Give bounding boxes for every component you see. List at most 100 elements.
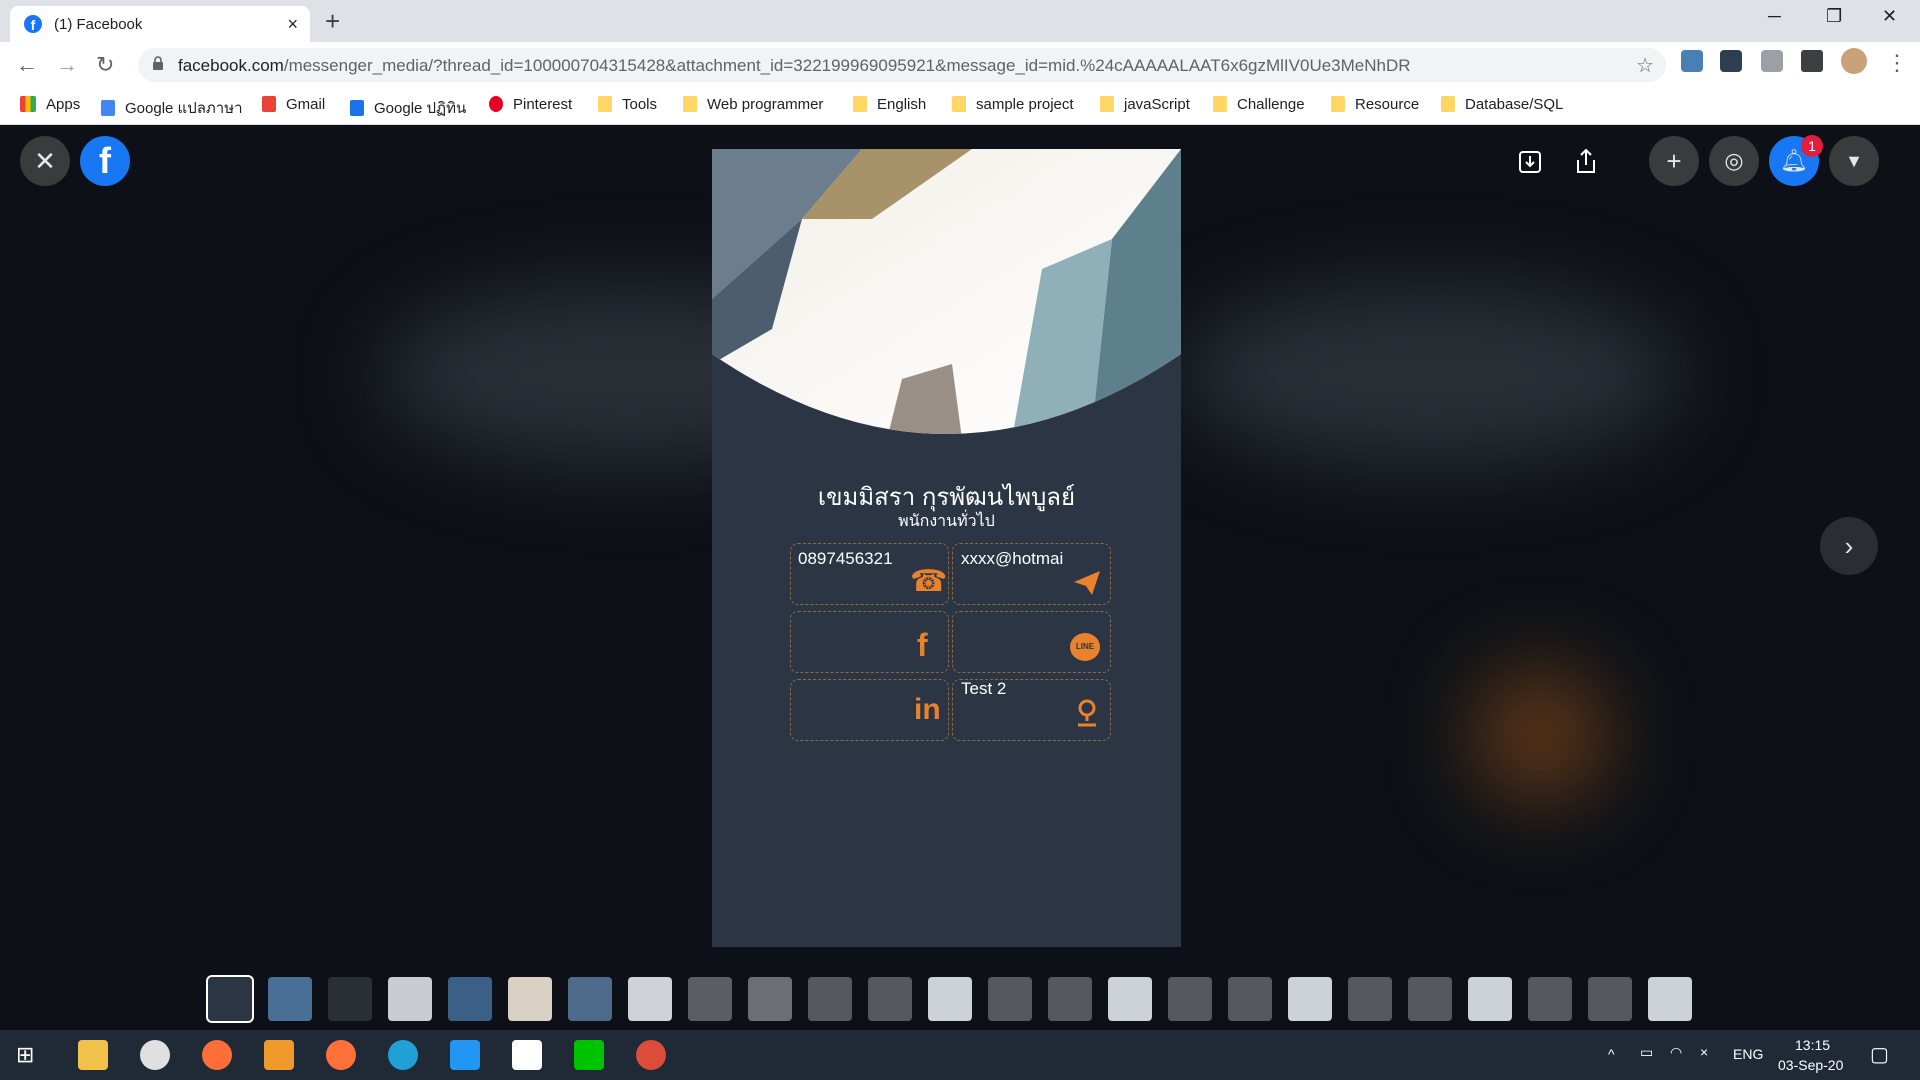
bookmark-label: Gmail	[286, 96, 326, 113]
vscode-icon[interactable]	[450, 1040, 480, 1070]
thumbnail[interactable]	[748, 977, 792, 1021]
thumbnail[interactable]	[1288, 977, 1332, 1021]
tray-chevron-icon[interactable]: ^	[1608, 1046, 1615, 1062]
tab-close-button[interactable]: ×	[287, 14, 298, 35]
extension-react-icon[interactable]	[1720, 50, 1742, 72]
reload-icon[interactable]: ↻	[96, 52, 114, 78]
folder-icon	[1331, 96, 1345, 112]
location-pin-icon	[1078, 699, 1096, 727]
address-bar[interactable]: facebook.com/messenger_media/?thread_id=…	[138, 48, 1666, 82]
download-icon[interactable]	[1517, 149, 1543, 175]
line-icon[interactable]	[574, 1040, 604, 1070]
facebook-icon: f	[917, 627, 928, 663]
thumbnail[interactable]	[868, 977, 912, 1021]
language-indicator[interactable]: ENG	[1733, 1046, 1763, 1062]
wifi-icon[interactable]: ◠	[1670, 1044, 1682, 1061]
bookmark-star-icon[interactable]: ☆	[1636, 53, 1654, 78]
bookmark-web-programmer[interactable]: Web programmer	[683, 96, 823, 113]
facebook-logo-icon[interactable]: f	[80, 136, 130, 186]
extension-camera-icon[interactable]	[1761, 50, 1783, 72]
thumbnail[interactable]	[928, 977, 972, 1021]
folder-icon	[1100, 96, 1114, 112]
thumbnail[interactable]	[628, 977, 672, 1021]
bookmark-gmail[interactable]: Gmail	[262, 96, 325, 113]
thumbnail[interactable]	[508, 977, 552, 1021]
thumbnail[interactable]	[328, 977, 372, 1021]
next-image-chevron-icon[interactable]: ›	[1820, 517, 1878, 575]
bookmark-tools[interactable]: Tools	[598, 96, 657, 113]
thumbnail[interactable]	[988, 977, 1032, 1021]
action-center-icon[interactable]: ▢	[1870, 1042, 1889, 1067]
bookmark-pinterest[interactable]: Pinterest	[489, 96, 572, 113]
thumbnail[interactable]	[568, 977, 612, 1021]
rider-icon[interactable]	[512, 1040, 542, 1070]
extension-download-icon[interactable]	[1681, 50, 1703, 72]
chrome-menu-icon[interactable]: ⋮	[1886, 50, 1908, 76]
bookmark-google-calendar[interactable]: Google ปฏิทิน	[350, 96, 466, 120]
thumbnail[interactable]	[1108, 977, 1152, 1021]
postman-icon[interactable]	[202, 1040, 232, 1070]
notification-badge: 1	[1801, 135, 1823, 157]
account-menu-caret-icon[interactable]: ▼	[1829, 136, 1879, 186]
folder-icon	[1213, 96, 1227, 112]
battery-icon[interactable]: ▭	[1640, 1044, 1653, 1061]
thumbnail[interactable]	[688, 977, 732, 1021]
thumbnail[interactable]	[388, 977, 432, 1021]
url-text: facebook.com/messenger_media/?thread_id=…	[178, 56, 1411, 76]
thumbnail[interactable]	[1168, 977, 1212, 1021]
thumbnail[interactable]	[1408, 977, 1452, 1021]
thumbnail[interactable]	[268, 977, 312, 1021]
thumbnail[interactable]	[808, 977, 852, 1021]
slack-icon[interactable]	[140, 1040, 170, 1070]
bookmark-apps[interactable]: Apps	[20, 96, 80, 113]
bookmarks-bar: Apps Google แปลภาษา Gmail Google ปฏิทิน …	[0, 88, 1920, 125]
file-explorer-icon[interactable]	[78, 1040, 108, 1070]
bookmark-label: English	[877, 96, 927, 113]
minimize-icon[interactable]: ─	[1768, 6, 1781, 27]
bookmark-database-sql[interactable]: Database/SQL	[1441, 96, 1563, 113]
firefox-icon[interactable]	[326, 1040, 356, 1070]
back-icon[interactable]: ←	[16, 52, 38, 78]
edge-icon[interactable]	[388, 1040, 418, 1070]
sublime-text-icon[interactable]	[264, 1040, 294, 1070]
thumbnail[interactable]	[1528, 977, 1572, 1021]
thumbnail[interactable]	[448, 977, 492, 1021]
close-window-icon[interactable]: ✕	[1882, 6, 1897, 27]
bookmark-google-translate[interactable]: Google แปลภาษา	[101, 96, 243, 120]
clock-date[interactable]: 03-Sep-20	[1778, 1057, 1843, 1073]
facebook-favicon-icon: f	[24, 15, 42, 33]
bookmark-label: sample project	[976, 96, 1074, 113]
bookmark-sample-project[interactable]: sample project	[952, 96, 1074, 113]
new-tab-button[interactable]: +	[325, 6, 340, 37]
bookmark-resource[interactable]: Resource	[1331, 96, 1419, 113]
clock-time[interactable]: 13:15	[1795, 1037, 1830, 1053]
folder-icon	[683, 96, 697, 112]
chrome-icon[interactable]	[636, 1040, 666, 1070]
bookmark-label: Pinterest	[513, 96, 573, 113]
paper-plane-icon	[1074, 571, 1100, 595]
windows-start-icon[interactable]: ⊞	[16, 1042, 34, 1068]
thumbnail[interactable]	[1648, 977, 1692, 1021]
thumbnail[interactable]	[1048, 977, 1092, 1021]
restore-icon[interactable]: ❐	[1826, 6, 1842, 27]
folder-icon	[952, 96, 966, 112]
volume-muted-icon[interactable]: ×	[1700, 1044, 1708, 1060]
close-viewer-button[interactable]: ✕	[20, 136, 70, 186]
blur-backdrop	[1180, 285, 1680, 465]
bookmark-challenge[interactable]: Challenge	[1213, 96, 1305, 113]
thumbnail[interactable]	[1588, 977, 1632, 1021]
extensions-puzzle-icon[interactable]	[1801, 50, 1823, 72]
forward-icon[interactable]: →	[56, 52, 78, 78]
thumbnail[interactable]	[206, 975, 254, 1023]
thumbnail[interactable]	[1348, 977, 1392, 1021]
profile-avatar[interactable]	[1841, 48, 1867, 74]
browser-tab[interactable]: f (1) Facebook ×	[10, 6, 310, 42]
share-icon[interactable]	[1573, 147, 1599, 175]
lock-icon	[153, 56, 163, 70]
thumbnail[interactable]	[1468, 977, 1512, 1021]
create-button[interactable]: +	[1649, 136, 1699, 186]
bookmark-javascript[interactable]: javaScript	[1100, 96, 1190, 113]
messenger-icon[interactable]: ◎	[1709, 136, 1759, 186]
thumbnail[interactable]	[1228, 977, 1272, 1021]
bookmark-english[interactable]: English	[853, 96, 926, 113]
